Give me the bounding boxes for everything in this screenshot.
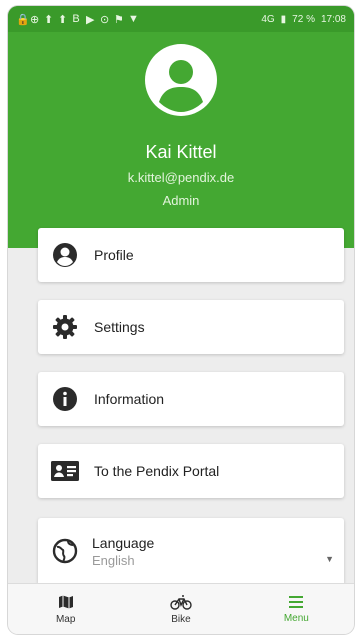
- bicycle-icon: [170, 594, 192, 610]
- menu-item-profile[interactable]: Profile: [38, 228, 344, 282]
- network-label: 4G: [261, 13, 275, 25]
- id-card-icon: [50, 456, 80, 486]
- status-notification-icons: 🔒 ⊕ ⬆ ⬆ B ▶ ⊙ ⚑ ▼: [16, 12, 139, 26]
- user-name: Kai Kittel: [145, 142, 217, 162]
- notification-icon: B: [72, 12, 80, 25]
- notification-icon: 🔒: [16, 13, 30, 26]
- notification-icon: ⊙: [100, 13, 110, 26]
- notification-icon: ▶: [86, 13, 95, 26]
- notification-icon: ⬆: [58, 13, 68, 26]
- app-screen: 🔒 ⊕ ⬆ ⬆ B ▶ ⊙ ⚑ ▼ 4G ▮ 72 % 17:08 Kai Ki: [8, 6, 354, 634]
- nav-map[interactable]: Map: [8, 584, 123, 634]
- menu-item-pendix-portal[interactable]: To the Pendix Portal: [38, 444, 344, 498]
- language-value: English: [92, 552, 135, 568]
- status-bar: 🔒 ⊕ ⬆ ⬆ B ▶ ⊙ ⚑ ▼ 4G ▮ 72 % 17:08: [8, 6, 354, 32]
- notification-icon: ▼: [128, 12, 139, 25]
- nav-map-label: Map: [55, 613, 76, 625]
- info-icon: [50, 384, 80, 414]
- account-circle-icon: [50, 240, 80, 270]
- menu-item-label: Settings: [94, 319, 145, 335]
- profile-header: 🔒 ⊕ ⬆ ⬆ B ▶ ⊙ ⚑ ▼ 4G ▮ 72 % 17:08 Kai Ki: [8, 6, 354, 248]
- language-text: Language English: [92, 535, 154, 568]
- map-icon: [58, 595, 73, 608]
- gear-icon: [50, 312, 80, 342]
- globe-icon: [50, 536, 80, 566]
- language-label: Language: [92, 534, 155, 551]
- menu-item-label: Profile: [94, 247, 134, 263]
- nav-menu[interactable]: Menu: [239, 584, 354, 634]
- notification-icon: ⬆: [44, 13, 54, 26]
- menu-item-label: Information: [94, 391, 165, 407]
- nav-bike[interactable]: Bike: [123, 584, 238, 634]
- nav-bike-label: Bike: [171, 613, 191, 625]
- notification-icon: ⊕: [30, 13, 40, 26]
- battery-icon: ▮: [280, 13, 287, 25]
- user-role: Admin: [162, 193, 200, 208]
- account-circle-icon[interactable]: [143, 42, 219, 118]
- dropdown-arrow-icon[interactable]: ▼: [325, 554, 334, 564]
- language-selector[interactable]: Language English ▼: [38, 518, 344, 584]
- battery-label: 72 %: [292, 13, 315, 25]
- user-email: k.kittel@pendix.de: [127, 170, 235, 185]
- menu-item-settings[interactable]: Settings: [38, 300, 344, 354]
- hamburger-menu-icon: [289, 595, 304, 608]
- menu-item-label: To the Pendix Portal: [94, 463, 220, 479]
- nav-menu-label: Menu: [283, 612, 309, 624]
- menu-item-information[interactable]: Information: [38, 372, 344, 426]
- bottom-navigation: Map Bike Menu: [8, 583, 354, 634]
- notification-icon: ⚑: [114, 13, 124, 26]
- clock-label: 17:08: [320, 13, 346, 25]
- status-right: 4G ▮ 72 % 17:08: [261, 14, 346, 25]
